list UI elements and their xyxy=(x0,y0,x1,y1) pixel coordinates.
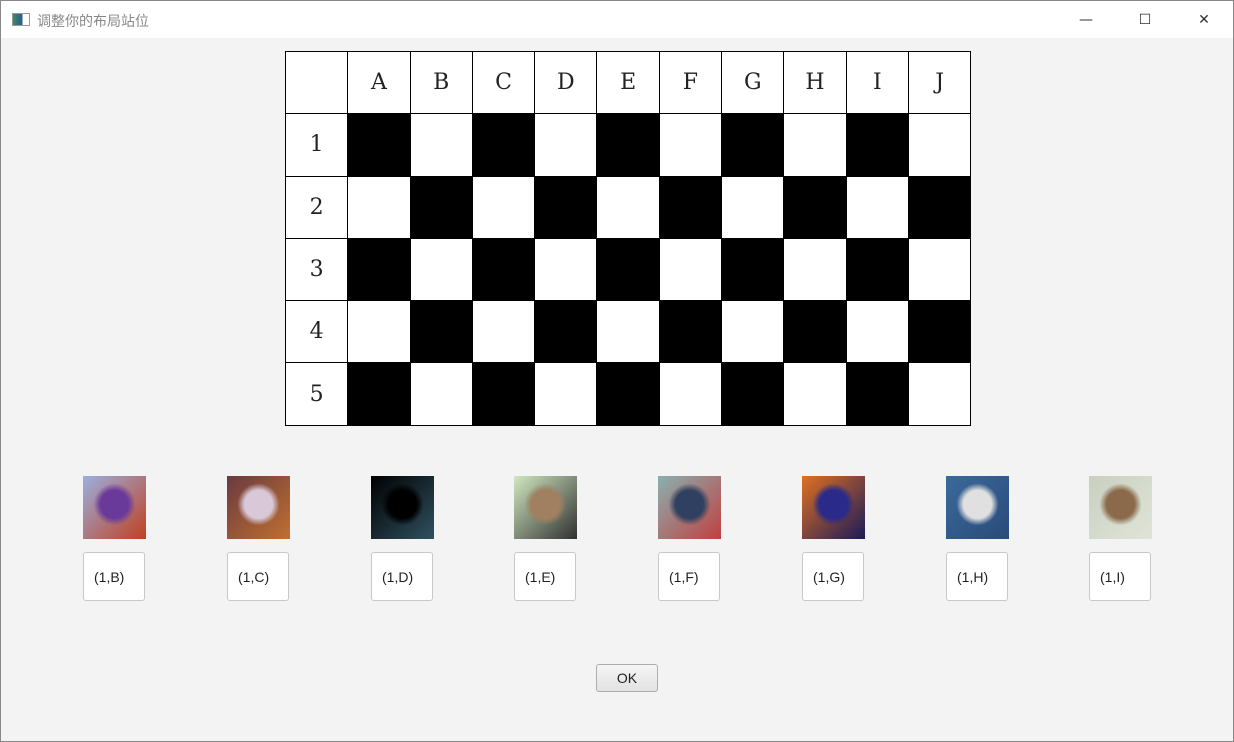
board-cell[interactable] xyxy=(471,362,536,426)
board-cell[interactable] xyxy=(534,362,598,426)
column-header: H xyxy=(783,50,847,115)
position-input[interactable]: (1,G) xyxy=(802,552,864,601)
position-input[interactable]: (1,F) xyxy=(658,552,720,601)
board-cell[interactable] xyxy=(783,237,847,302)
board-cell[interactable] xyxy=(658,113,723,177)
column-header: A xyxy=(347,50,411,115)
board-cell[interactable] xyxy=(721,113,785,177)
board-cell[interactable] xyxy=(347,362,411,426)
board-cell[interactable] xyxy=(845,237,909,302)
board-cell[interactable] xyxy=(658,300,723,364)
board-cell[interactable] xyxy=(471,175,536,239)
board-cell[interactable] xyxy=(347,175,411,239)
character-image[interactable] xyxy=(946,476,1009,539)
minimize-button[interactable]: — xyxy=(1057,1,1115,38)
board-cell[interactable] xyxy=(409,175,473,239)
close-button[interactable]: ✕ xyxy=(1175,1,1233,38)
board-cell[interactable] xyxy=(534,237,598,302)
board-cell[interactable] xyxy=(347,300,411,364)
board-cell[interactable] xyxy=(907,300,972,364)
board-cell[interactable] xyxy=(907,237,972,302)
board-cell[interactable] xyxy=(347,113,411,177)
board-cell[interactable] xyxy=(658,362,723,426)
title-bar: 调整你的布局站位 — ☐ ✕ xyxy=(1,1,1233,38)
board-cell[interactable] xyxy=(534,113,598,177)
board-cell[interactable] xyxy=(658,175,723,239)
column-header: F xyxy=(658,50,723,115)
board-row: 1 xyxy=(284,113,972,177)
board-cell[interactable] xyxy=(721,362,785,426)
row-header: 5 xyxy=(284,362,349,426)
board-cell[interactable] xyxy=(783,175,847,239)
character-image[interactable] xyxy=(371,476,434,539)
board-cell[interactable] xyxy=(471,300,536,364)
board-cell[interactable] xyxy=(409,237,473,302)
board-row: 5 xyxy=(284,362,972,426)
board-cell[interactable] xyxy=(721,175,785,239)
board-cell[interactable] xyxy=(596,300,660,364)
maximize-button[interactable]: ☐ xyxy=(1116,1,1174,38)
column-header: G xyxy=(721,50,785,115)
board-cell[interactable] xyxy=(907,113,972,177)
position-input[interactable]: (1,C) xyxy=(227,552,289,601)
character-image[interactable] xyxy=(227,476,290,539)
column-header: D xyxy=(534,50,598,115)
row-header: 3 xyxy=(284,237,349,302)
board-cell[interactable] xyxy=(845,300,909,364)
character-image[interactable] xyxy=(802,476,865,539)
column-header: I xyxy=(845,50,909,115)
column-header: C xyxy=(471,50,536,115)
column-header: B xyxy=(409,50,473,115)
board-cell[interactable] xyxy=(409,300,473,364)
board-cell[interactable] xyxy=(596,237,660,302)
position-input[interactable]: (1,B) xyxy=(83,552,145,601)
board-cell[interactable] xyxy=(534,300,598,364)
board-row: 2 xyxy=(284,175,972,239)
position-input[interactable]: (1,D) xyxy=(371,552,433,601)
ok-button[interactable]: OK xyxy=(596,664,658,692)
board-cell[interactable] xyxy=(471,113,536,177)
board-cell[interactable] xyxy=(596,113,660,177)
row-header: 1 xyxy=(284,113,349,177)
position-input[interactable]: (1,I) xyxy=(1089,552,1151,601)
board-row: 4 xyxy=(284,300,972,364)
position-input[interactable]: (1,H) xyxy=(946,552,1008,601)
board-cell[interactable] xyxy=(409,113,473,177)
header-row: ABCDEFGHIJ xyxy=(284,50,972,115)
board-cell[interactable] xyxy=(596,175,660,239)
board-cell[interactable] xyxy=(409,362,473,426)
character-image[interactable] xyxy=(658,476,721,539)
row-header: 4 xyxy=(284,300,349,364)
character-image[interactable] xyxy=(83,476,146,539)
board-cell[interactable] xyxy=(907,362,972,426)
window-title: 调整你的布局站位 xyxy=(37,14,149,30)
board-cell[interactable] xyxy=(721,237,785,302)
board-cell[interactable] xyxy=(783,362,847,426)
character-image[interactable] xyxy=(514,476,577,539)
board-cell[interactable] xyxy=(596,362,660,426)
column-header: J xyxy=(907,50,972,115)
character-image[interactable] xyxy=(1089,476,1152,539)
board-cell[interactable] xyxy=(845,113,909,177)
board-cell[interactable] xyxy=(658,237,723,302)
board-cell[interactable] xyxy=(534,175,598,239)
board-cell[interactable] xyxy=(845,362,909,426)
board-cell[interactable] xyxy=(721,300,785,364)
app-icon xyxy=(12,13,30,26)
corner-cell xyxy=(284,50,349,115)
board-cell[interactable] xyxy=(783,300,847,364)
board-row: 3 xyxy=(284,237,972,302)
board-cell[interactable] xyxy=(471,237,536,302)
board-cell[interactable] xyxy=(347,237,411,302)
board-cell[interactable] xyxy=(783,113,847,177)
column-header: E xyxy=(596,50,660,115)
board-cell[interactable] xyxy=(845,175,909,239)
chess-board: ABCDEFGHIJ12345 xyxy=(284,50,972,426)
board-cell[interactable] xyxy=(907,175,972,239)
position-input[interactable]: (1,E) xyxy=(514,552,576,601)
row-header: 2 xyxy=(284,175,349,239)
